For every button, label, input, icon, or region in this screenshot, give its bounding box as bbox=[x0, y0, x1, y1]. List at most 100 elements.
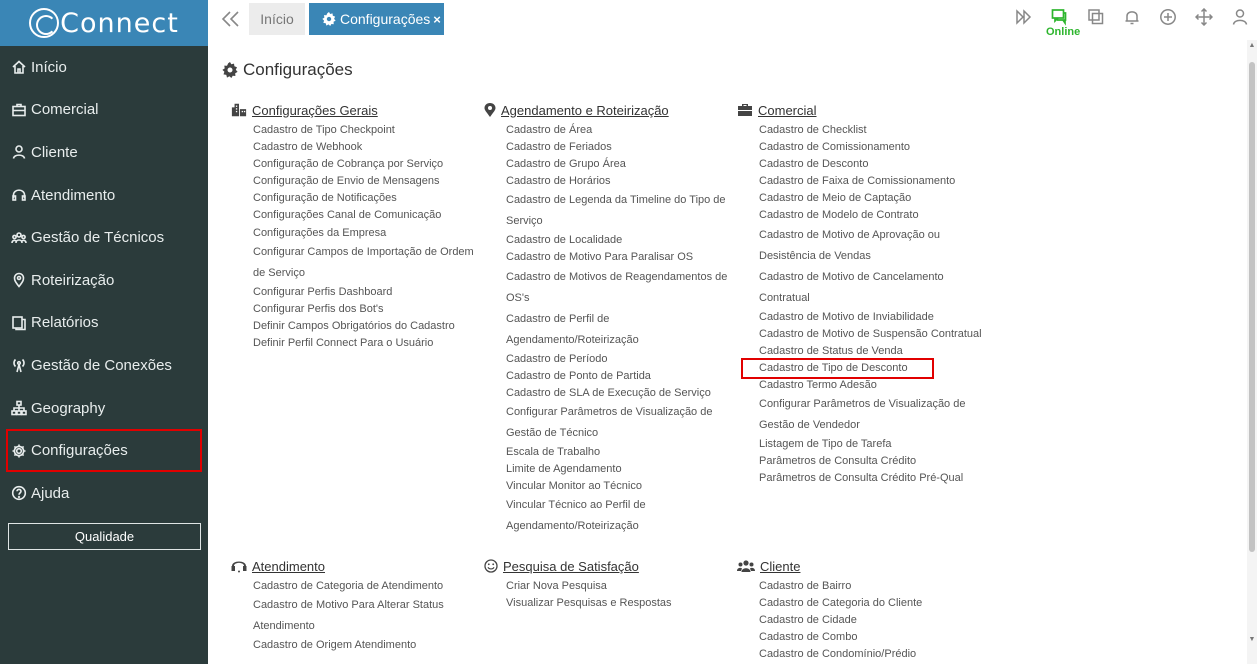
list-item[interactable]: Cadastro de Motivo de Inviabilidade bbox=[759, 309, 985, 326]
page-title-text: Configurações bbox=[243, 60, 353, 79]
online-status-button[interactable] bbox=[1049, 6, 1071, 28]
list-item[interactable]: Cadastro de Webhook bbox=[253, 139, 479, 156]
collapse-tabs-button[interactable] bbox=[218, 8, 242, 30]
section-title[interactable]: Atendimento bbox=[231, 557, 479, 575]
list-item[interactable]: Configuração de Cobrança por Serviço bbox=[253, 156, 479, 173]
tab-inicio[interactable]: Início bbox=[249, 3, 305, 35]
sidebar-item-label: Início bbox=[31, 58, 67, 76]
list-item[interactable]: Cadastro de Período bbox=[506, 351, 732, 368]
user-profile-button[interactable] bbox=[1229, 6, 1251, 28]
notifications-button[interactable] bbox=[1121, 6, 1143, 28]
sidebar-item-ajuda[interactable]: Ajuda bbox=[0, 472, 208, 515]
list-item[interactable]: Configurar Parâmetros de Visualização de… bbox=[506, 402, 732, 444]
section-title[interactable]: Pesquisa de Satisfação bbox=[484, 557, 732, 575]
section-title[interactable]: Agendamento e Roteirização bbox=[484, 101, 732, 119]
list-item[interactable]: Configurar Parâmetros de Visualização de… bbox=[759, 394, 985, 436]
list-item[interactable]: Parâmetros de Consulta Crédito Pré-Qual bbox=[759, 470, 985, 487]
sidebar-item-geography[interactable]: Geography bbox=[0, 387, 208, 430]
list-item[interactable]: Cadastro de Comissionamento bbox=[759, 139, 985, 156]
list-item[interactable]: Cadastro de Feriados bbox=[506, 139, 732, 156]
tab-configuracoes[interactable]: Configurações × bbox=[309, 3, 444, 35]
sidebar-item-comercial[interactable]: Comercial bbox=[0, 89, 208, 132]
sidebar-item-configuracoes[interactable]: Configurações bbox=[6, 429, 202, 472]
link-list: Cadastro de Tipo Checkpoint Cadastro de … bbox=[253, 122, 479, 352]
list-item[interactable]: Cadastro de Meio de Captação bbox=[759, 190, 985, 207]
list-item[interactable]: Vincular Técnico ao Perfil de Agendament… bbox=[506, 495, 732, 537]
scroll-up-arrow-icon[interactable]: ▲ bbox=[1248, 42, 1256, 50]
list-item[interactable]: Vincular Monitor ao Técnico bbox=[506, 478, 732, 495]
list-item[interactable]: Visualizar Pesquisas e Respostas bbox=[506, 595, 732, 612]
list-item[interactable]: Cadastro de Cidade bbox=[759, 612, 985, 629]
list-item[interactable]: Cadastro de Legenda da Timeline do Tipo … bbox=[506, 190, 732, 232]
list-item[interactable]: Configuração de Notificações bbox=[253, 190, 479, 207]
main-content: Configurações Configurações Gerais Cadas… bbox=[208, 40, 1248, 664]
list-item[interactable]: Cadastro de Motivo Para Paralisar OS bbox=[506, 249, 732, 266]
list-item[interactable]: Cadastro de Perfil de Agendamento/Roteir… bbox=[506, 309, 732, 351]
forward-button[interactable] bbox=[1013, 6, 1035, 28]
vertical-scrollbar[interactable]: ▲ ▼ bbox=[1247, 40, 1257, 664]
section-title[interactable]: Configurações Gerais bbox=[231, 101, 479, 119]
scroll-down-arrow-icon[interactable]: ▼ bbox=[1248, 636, 1256, 644]
list-item[interactable]: Configuração de Envio de Mensagens bbox=[253, 173, 479, 190]
scroll-thumb[interactable] bbox=[1249, 62, 1255, 552]
map-marker-icon bbox=[484, 103, 496, 117]
sidebar-item-relatorios[interactable]: Relatórios bbox=[0, 302, 208, 345]
list-item[interactable]: Cadastro de Categoria do Cliente bbox=[759, 595, 985, 612]
section-title[interactable]: Comercial bbox=[737, 101, 985, 119]
sidebar-item-inicio[interactable]: Início bbox=[0, 46, 208, 89]
list-item[interactable]: Cadastro de Bairro bbox=[759, 578, 985, 595]
list-item[interactable]: Cadastro de Motivo de Suspensão Contratu… bbox=[759, 326, 985, 343]
list-item[interactable]: Cadastro de Desconto bbox=[759, 156, 985, 173]
add-button[interactable] bbox=[1157, 6, 1179, 28]
sidebar-item-gestao-conexoes[interactable]: Gestão de Conexões bbox=[0, 344, 208, 387]
section-title[interactable]: Cliente bbox=[737, 557, 985, 575]
list-item[interactable]: Cadastro Termo Adesão bbox=[759, 377, 985, 394]
building-icon bbox=[231, 103, 247, 117]
list-item[interactable]: Cadastro de Combo bbox=[759, 629, 985, 646]
quality-button[interactable]: Qualidade bbox=[8, 523, 201, 550]
list-item[interactable]: Cadastro de SLA de Execução de Serviço bbox=[506, 385, 732, 402]
list-item[interactable]: Cadastro de Motivo Para Alterar Status A… bbox=[253, 595, 479, 637]
list-item[interactable]: Cadastro de Localidade bbox=[506, 232, 732, 249]
list-item[interactable]: Cadastro de Horários bbox=[506, 173, 732, 190]
list-item[interactable]: Criar Nova Pesquisa bbox=[506, 578, 732, 595]
list-item[interactable]: Cadastro de Modelo de Contrato bbox=[759, 207, 985, 224]
list-item[interactable]: Configurar Campos de Importação de Ordem… bbox=[253, 242, 479, 284]
online-status-label: Online bbox=[1046, 26, 1081, 38]
list-item[interactable]: Escala de Trabalho bbox=[506, 444, 732, 461]
list-item[interactable]: Cadastro de Checklist bbox=[759, 122, 985, 139]
list-item[interactable]: Cadastro de Categoria de Atendimento bbox=[253, 578, 479, 595]
list-item[interactable]: Cadastro de Grupo Área bbox=[506, 156, 732, 173]
list-item[interactable]: Configurações da Empresa bbox=[253, 225, 479, 242]
list-item[interactable]: Configurar Perfis dos Bot's bbox=[253, 301, 479, 318]
sidebar-item-atendimento[interactable]: Atendimento bbox=[0, 174, 208, 217]
sidebar-item-gestao-tecnicos[interactable]: Gestão de Técnicos bbox=[0, 216, 208, 259]
list-item[interactable]: Cadastro de Tipo Checkpoint bbox=[253, 122, 479, 139]
list-item[interactable]: Cadastro de Motivo de Aprovação ou Desis… bbox=[759, 225, 985, 267]
list-item[interactable]: Configurar Perfis Dashboard bbox=[253, 284, 479, 301]
list-item[interactable]: Cadastro de Condomínio/Prédio bbox=[759, 646, 985, 663]
list-item[interactable]: Cadastro de Status de Venda bbox=[759, 343, 985, 360]
list-item[interactable]: Cadastro de Área bbox=[506, 122, 732, 139]
sidebar-item-roteirizacao[interactable]: Roteirização bbox=[0, 259, 208, 302]
windows-button[interactable] bbox=[1085, 6, 1107, 28]
app-logo[interactable]: Connect bbox=[0, 0, 208, 46]
list-item[interactable]: Cadastro de Ponto de Partida bbox=[506, 368, 732, 385]
list-item[interactable]: Listagem de Tipo de Tarefa bbox=[759, 436, 985, 453]
move-button[interactable] bbox=[1193, 6, 1215, 28]
list-item[interactable]: Limite de Agendamento bbox=[506, 461, 732, 478]
gear-icon bbox=[322, 12, 336, 26]
sidebar-item-cliente[interactable]: Cliente bbox=[0, 131, 208, 174]
sidebar-item-label: Ajuda bbox=[31, 484, 70, 502]
user-icon bbox=[1232, 9, 1248, 25]
list-item[interactable]: Cadastro de Motivo de Cancelamento Contr… bbox=[759, 267, 985, 309]
list-item-tipo-desconto[interactable]: Cadastro de Tipo de Desconto bbox=[741, 357, 934, 379]
list-item[interactable]: Cadastro de Origem Atendimento bbox=[253, 637, 479, 654]
list-item[interactable]: Definir Perfil Connect Para o Usuário bbox=[253, 335, 479, 352]
list-item[interactable]: Parâmetros de Consulta Crédito bbox=[759, 453, 985, 470]
list-item[interactable]: Cadastro de Faixa de Comissionamento bbox=[759, 173, 985, 190]
list-item[interactable]: Configurações Canal de Comunicação bbox=[253, 207, 479, 224]
list-item[interactable]: Cadastro de Motivos de Reagendamentos de… bbox=[506, 267, 732, 309]
tab-close-button[interactable]: × bbox=[433, 12, 441, 27]
list-item[interactable]: Definir Campos Obrigatórios do Cadastro bbox=[253, 318, 479, 335]
